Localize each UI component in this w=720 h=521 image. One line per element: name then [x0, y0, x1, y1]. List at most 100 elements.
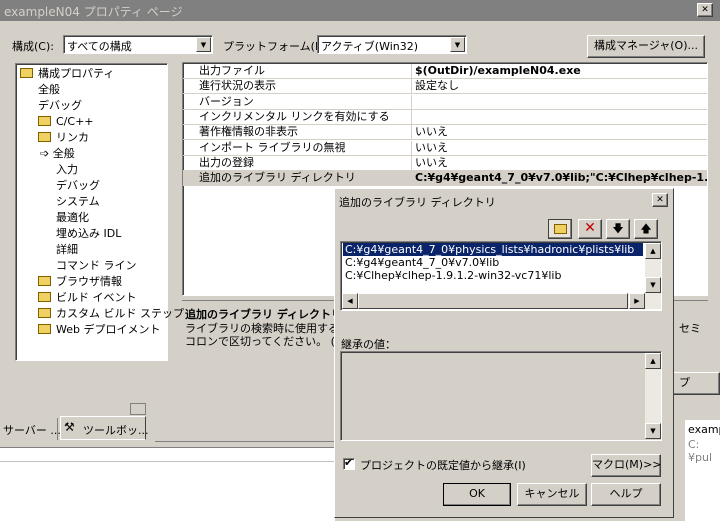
- folder-icon: [38, 308, 51, 318]
- tree-item[interactable]: 構成プロパティ: [20, 67, 114, 81]
- tab-server-label: サーバー ...: [3, 424, 61, 437]
- chevron-down-icon[interactable]: ▼: [196, 37, 211, 52]
- config-select[interactable]: すべての構成 ▼: [63, 35, 213, 54]
- tree-item[interactable]: C/C++: [38, 115, 94, 129]
- tab-toolbox[interactable]: ⚒ ツールボッ...: [60, 416, 149, 440]
- property-name: 進行状況の表示: [199, 79, 412, 95]
- tree-item[interactable]: カスタム ビルド ステップ: [38, 307, 184, 321]
- tree-item-label: 全般: [38, 83, 60, 96]
- directory-item[interactable]: C:¥Clhep¥clhep-1.9.1.2-win32-vc71¥lib: [343, 269, 563, 282]
- property-name: 出力の登録: [199, 155, 412, 171]
- config-manager-button[interactable]: 構成マネージャ(O)...: [587, 35, 705, 58]
- list-vscroll[interactable]: ▲ ▼: [645, 243, 661, 309]
- platform-select-value: アクティブ(Win32): [321, 40, 419, 53]
- macro-button[interactable]: マクロ(M)>>: [591, 454, 662, 477]
- property-value: いいえ: [415, 125, 448, 139]
- move-up-button[interactable]: 🡅: [634, 219, 658, 239]
- tree-item-label: 入力: [56, 163, 78, 176]
- close-icon[interactable]: ✕: [697, 3, 713, 17]
- scroll-down-icon[interactable]: ▼: [645, 277, 661, 293]
- property-value: いいえ: [415, 155, 448, 169]
- tree-item[interactable]: 埋め込み IDL: [56, 227, 121, 241]
- property-row[interactable]: インポート ライブラリの無視 いいえ: [183, 140, 707, 156]
- folder-icon: [38, 132, 51, 142]
- tree-item[interactable]: リンカ: [38, 131, 89, 145]
- property-row[interactable]: 著作権情報の非表示 いいえ: [183, 125, 707, 141]
- tree-item[interactable]: Web デプロイメント: [38, 323, 160, 337]
- tree-item-label: ビルド イベント: [56, 291, 137, 304]
- property-row[interactable]: インクリメンタル リンクを有効にする: [183, 109, 707, 125]
- tree-item[interactable]: コマンド ライン: [56, 259, 137, 273]
- scroll-up-icon[interactable]: ▲: [645, 353, 661, 369]
- dialog-title-bar: 追加のライブラリ ディレクトリ ✕: [337, 191, 671, 210]
- tree-item[interactable]: 詳細: [56, 243, 78, 257]
- scroll-down-stub[interactable]: [130, 403, 146, 415]
- tree-item[interactable]: ブラウザ情報: [38, 275, 122, 289]
- directory-item[interactable]: C:¥g4¥geant4_7_0¥physics_lists¥hadronic¥…: [343, 243, 643, 256]
- platform-select[interactable]: アクティブ(Win32) ▼: [317, 35, 467, 54]
- tree-item-label: C/C++: [56, 115, 94, 128]
- tree-item[interactable]: 入力: [56, 163, 78, 177]
- tree-item-label: Web デプロイメント: [56, 323, 161, 336]
- property-value: いいえ: [415, 140, 448, 154]
- tab-toolbox-label: ツールボッ...: [83, 424, 149, 437]
- delete-button[interactable]: ✕: [578, 219, 602, 239]
- checkmark-icon: ✔: [344, 456, 354, 469]
- list-hscroll[interactable]: ◀ ▶: [342, 293, 645, 309]
- tree-item-label: 全般: [52, 147, 75, 160]
- inherit-checkbox-label[interactable]: プロジェクトの既定値から継承(I): [360, 457, 526, 473]
- selected-arrow-icon: ➩: [40, 147, 53, 160]
- tree-item-label: デバッグ: [56, 179, 100, 192]
- cancel-button[interactable]: キャンセル: [517, 483, 587, 506]
- output-line: [0, 461, 335, 462]
- tree-item[interactable]: ➩ 全般: [40, 147, 75, 161]
- title-bar: exampleN04 プロパティ ページ ✕: [0, 0, 720, 21]
- scroll-up-icon[interactable]: ▲: [645, 243, 661, 259]
- output-pane: [0, 447, 335, 521]
- property-row[interactable]: 出力の登録 いいえ: [183, 155, 707, 171]
- directory-list[interactable]: C:¥g4¥geant4_7_0¥physics_lists¥hadronic¥…: [340, 241, 662, 311]
- property-row[interactable]: 出力ファイル $(OutDir)/exampleN04.exe: [183, 64, 707, 79]
- hscroll-thumb[interactable]: [358, 293, 628, 309]
- inherit-checkbox[interactable]: ✔: [343, 456, 355, 470]
- right-list-item-2: C:¥pul: [688, 438, 713, 464]
- new-folder-button[interactable]: [548, 219, 572, 239]
- scroll-down-icon[interactable]: ▼: [645, 423, 661, 439]
- property-value: C:¥g4¥geant4_7_0¥v7.0¥lib;"C:¥Clhep¥clhe…: [415, 171, 707, 185]
- tree-item-label: リンカ: [56, 131, 89, 144]
- tree-item[interactable]: デバッグ: [38, 99, 82, 113]
- tree-item-label: 詳細: [56, 243, 78, 256]
- scroll-right-icon[interactable]: ▶: [629, 293, 645, 309]
- property-name: 追加のライブラリ ディレクトリ: [199, 171, 412, 187]
- tree-item[interactable]: 全般: [38, 83, 60, 97]
- category-tree[interactable]: 構成プロパティ 全般 デバッグ C/C++ リンカ ➩ 全般 入力 デバッグ システム 最適化 埋め…: [15, 63, 184, 361]
- property-value: $(OutDir)/exampleN04.exe: [415, 64, 581, 77]
- scroll-left-icon[interactable]: ◀: [342, 293, 358, 309]
- directory-item[interactable]: C:¥g4¥geant4_7_0¥v7.0¥lib: [343, 256, 501, 269]
- property-name: 著作権情報の非表示: [199, 125, 412, 141]
- config-select-value: すべての構成: [67, 40, 132, 53]
- property-row[interactable]: 進行状況の表示 設定なし: [183, 79, 707, 95]
- move-down-button[interactable]: 🡇: [606, 219, 630, 239]
- right-list-item-1: examp: [688, 423, 720, 436]
- ok-button[interactable]: OK: [443, 483, 511, 506]
- tree-item-label: コマンド ライン: [56, 259, 137, 272]
- tab-server-explorer[interactable]: サーバー ...: [0, 418, 61, 440]
- folder-icon: [38, 276, 51, 286]
- library-dirs-dialog: 追加のライブラリ ディレクトリ ✕ ✕ 🡇 🡅 C:¥g4¥geant4_7_0…: [334, 188, 674, 518]
- tree-item[interactable]: システム: [56, 195, 100, 209]
- property-name: インクリメンタル リンクを有効にする: [199, 109, 412, 125]
- inherit-vscroll[interactable]: ▲ ▼: [645, 353, 661, 439]
- help-button[interactable]: ヘルプ: [591, 483, 661, 506]
- close-icon[interactable]: ✕: [652, 193, 668, 207]
- tree-item-label: 最適化: [56, 211, 89, 224]
- tree-item[interactable]: 最適化: [56, 211, 89, 225]
- tree-item[interactable]: デバッグ: [56, 179, 100, 193]
- tree-item[interactable]: ビルド イベント: [38, 291, 137, 305]
- tree-item-label: カスタム ビルド ステップ: [56, 307, 184, 320]
- property-row[interactable]: バージョン: [183, 94, 707, 110]
- chevron-down-icon[interactable]: ▼: [450, 37, 465, 52]
- tree-item-label: 構成プロパティ: [38, 67, 115, 80]
- folder-icon: [20, 68, 33, 78]
- property-row[interactable]: 追加のライブラリ ディレクトリ C:¥g4¥geant4_7_0¥v7.0¥lib…: [183, 171, 707, 187]
